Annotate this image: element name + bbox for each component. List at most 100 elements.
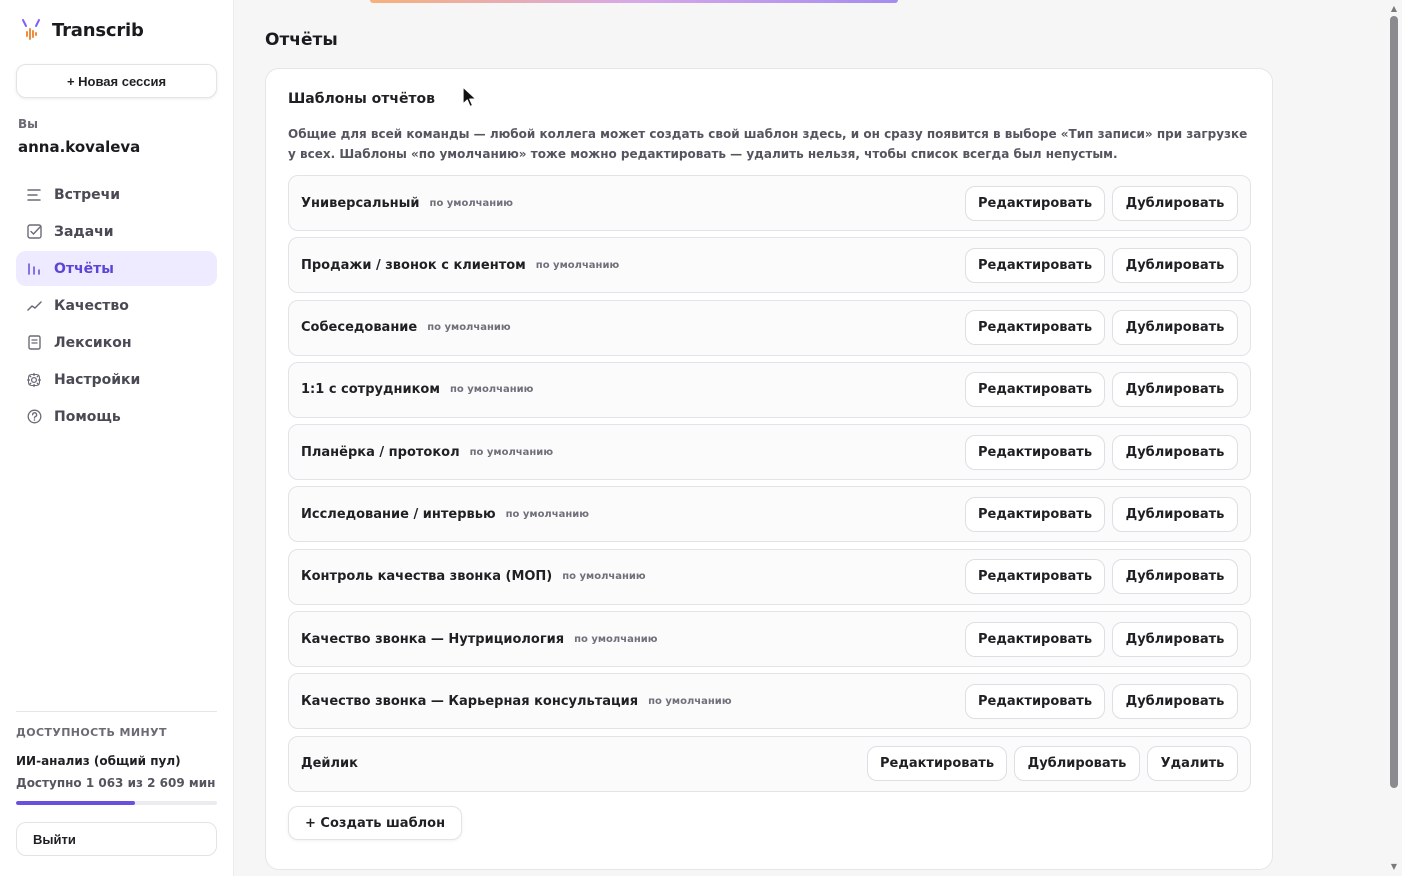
username: anna.kovaleva	[18, 138, 141, 156]
lines-icon	[26, 187, 42, 203]
sidebar-item-settings[interactable]: Настройки	[16, 362, 217, 397]
template-name: Планёрка / протокол	[301, 444, 460, 460]
sidebar-item-label: Помощь	[54, 408, 121, 425]
duplicate-button[interactable]: Дублировать	[1112, 621, 1238, 657]
template-actions: Редактировать Дублировать	[965, 185, 1238, 221]
page-title: Отчёты	[265, 30, 338, 50]
duplicate-button[interactable]: Дублировать	[1014, 746, 1140, 782]
template-row: Продажи / звонок с клиентом по умолчанию Р…	[288, 237, 1251, 294]
duplicate-button[interactable]: Дублировать	[1112, 683, 1238, 719]
edit-button[interactable]: Редактировать	[965, 683, 1105, 719]
template-row: Собеседование по умолчанию Редактировать Ду…	[288, 299, 1251, 356]
logout-button[interactable]: Выйти	[16, 822, 217, 856]
edit-button[interactable]: Редактировать	[965, 621, 1105, 657]
sidebar-item-label: Встречи	[54, 186, 121, 203]
sidebar-item-lexicon[interactable]: Лексикон	[16, 325, 217, 360]
top-loading-bar	[370, 0, 898, 3]
sidebar-item-label: Настройки	[54, 371, 141, 388]
gear-icon	[26, 372, 42, 388]
templates-list: Универсальный по умолчанию Редактировать Ду…	[288, 175, 1251, 798]
duplicate-button[interactable]: Дублировать	[1112, 310, 1238, 346]
duplicate-button[interactable]: Дублировать	[1112, 434, 1238, 470]
card-title: Шаблоны отчётов	[288, 91, 436, 107]
default-badge: по умолчанию	[469, 446, 554, 458]
sidebar-item-meetings[interactable]: Встречи	[16, 177, 217, 212]
trend-icon	[26, 298, 42, 314]
duplicate-button[interactable]: Дублировать	[1112, 496, 1238, 532]
template-row: Планёрка / протокол по умолчанию Редактиро…	[288, 424, 1251, 481]
minutes-available-text: Доступно 1 063 из 2 609 мин	[16, 776, 216, 790]
template-name: Дейлик	[301, 756, 358, 772]
template-name: Исследование / интервью	[301, 506, 496, 522]
minutes-pool-label: ИИ-анализ (общий пул)	[16, 754, 181, 768]
sidebar-item-tasks[interactable]: Задачи	[16, 214, 217, 249]
you-label: Вы	[18, 117, 38, 131]
template-actions: Редактировать Дублировать	[965, 372, 1238, 408]
sidebar-item-label: Задачи	[54, 223, 114, 240]
edit-button[interactable]: Редактировать	[965, 559, 1105, 595]
divider	[16, 711, 217, 712]
scroll-down-arrow-icon[interactable]: ▼	[1389, 862, 1399, 872]
minutes-title: Доступность минут	[16, 726, 167, 739]
template-actions: Редактировать Дублировать	[965, 496, 1238, 532]
edit-button[interactable]: Редактировать	[965, 247, 1105, 283]
duplicate-button[interactable]: Дублировать	[1112, 247, 1238, 283]
template-name: Продажи / звонок с клиентом	[301, 257, 526, 273]
sidebar-item-help[interactable]: Помощь	[16, 399, 217, 434]
edit-button[interactable]: Редактировать	[965, 185, 1105, 221]
template-row: Универсальный по умолчанию Редактировать Ду…	[288, 175, 1251, 231]
template-row: Качество звонка — Нутрициология по умолча…	[288, 611, 1251, 668]
duplicate-button[interactable]: Дублировать	[1112, 372, 1238, 408]
default-badge: по умолчанию	[505, 508, 590, 520]
default-badge: по умолчанию	[562, 571, 646, 583]
edit-button[interactable]: Редактировать	[965, 372, 1105, 408]
edit-button[interactable]: Редактировать	[965, 496, 1105, 532]
template-name: Собеседование	[301, 320, 418, 336]
edit-button[interactable]: Редактировать	[965, 434, 1105, 470]
sidebar-item-quality[interactable]: Качество	[16, 288, 217, 323]
default-badge: по умолчанию	[429, 197, 513, 209]
default-badge: по умолчанию	[427, 322, 511, 334]
default-badge: по умолчанию	[535, 259, 620, 271]
scroll-up-arrow-icon[interactable]: ▲	[1389, 4, 1399, 14]
template-name: Универсальный	[301, 195, 420, 211]
logo-icon	[20, 18, 42, 42]
template-name: 1:1 с сотрудником	[301, 382, 440, 398]
template-actions: Редактировать Дублировать	[965, 683, 1238, 719]
template-actions: Редактировать Дублировать	[965, 247, 1238, 283]
bars-icon	[26, 261, 42, 277]
sidebar-item-label: Отчёты	[54, 260, 114, 277]
scrollbar-thumb[interactable]	[1390, 16, 1398, 788]
checkbox-icon	[26, 224, 42, 240]
book-icon	[26, 335, 42, 351]
default-badge: по умолчанию	[449, 384, 534, 396]
sidebar-item-label: Лексикон	[54, 334, 132, 351]
create-template-button[interactable]: + Создать шаблон	[288, 806, 463, 840]
template-row: Дейлик Редактировать Дублировать Удалить	[288, 735, 1251, 792]
template-row: 1:1 с сотрудником по умолчанию Редактирова…	[288, 361, 1251, 418]
duplicate-button[interactable]: Дублировать	[1112, 559, 1238, 595]
edit-button[interactable]: Редактировать	[965, 310, 1105, 346]
template-row: Контроль качества звонка (МОП) по умолчан…	[288, 548, 1251, 605]
sidebar-nav: Встречи Задачи Отчёты Качество Лексикон	[16, 177, 217, 436]
scrollbar[interactable]: ▲ ▼	[1386, 0, 1402, 876]
minutes-progress-bar	[16, 801, 217, 805]
report-templates-card: Шаблоны отчётов Общие для всей команды —…	[265, 68, 1273, 870]
edit-button[interactable]: Редактировать	[867, 746, 1007, 782]
sidebar-item-label: Качество	[54, 297, 129, 314]
template-actions: Редактировать Дублировать	[965, 434, 1238, 470]
template-name: Качество звонка — Нутрициология	[301, 631, 565, 647]
template-row: Качество звонка — Карьерная консультация…	[288, 673, 1251, 730]
new-session-button[interactable]: + Новая сессия	[16, 64, 217, 98]
card-description: Общие для всей команды — любой коллега м…	[288, 127, 1248, 161]
template-actions: Редактировать Дублировать	[965, 559, 1238, 595]
mouse-cursor-icon	[462, 86, 478, 108]
template-actions: Редактировать Дублировать	[965, 310, 1238, 346]
sidebar-item-reports[interactable]: Отчёты	[16, 251, 217, 286]
brand[interactable]: Transcrib	[20, 18, 144, 42]
duplicate-button[interactable]: Дублировать	[1112, 185, 1238, 221]
delete-button[interactable]: Удалить	[1147, 746, 1238, 782]
help-icon	[26, 409, 42, 425]
template-name: Контроль качества звонка (МОП)	[301, 569, 553, 585]
template-actions: Редактировать Дублировать Удалить	[867, 746, 1238, 782]
